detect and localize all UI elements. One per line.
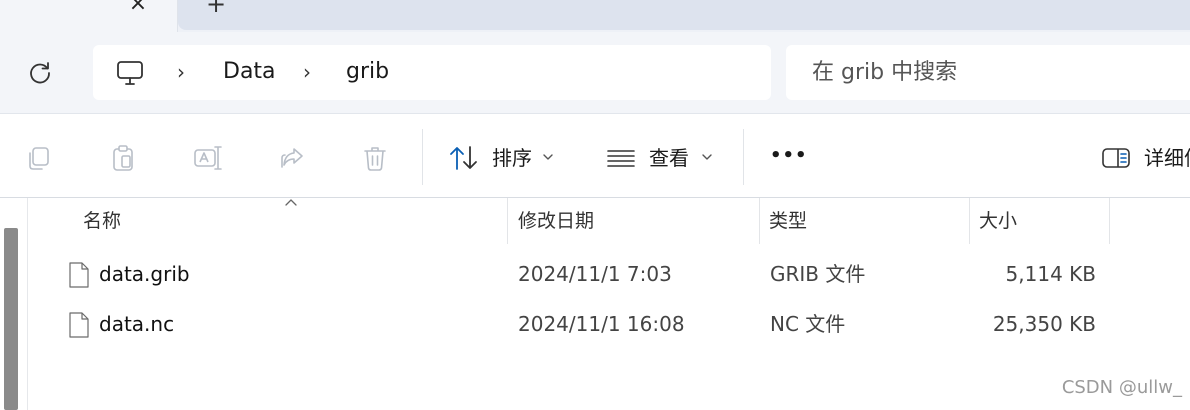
column-divider[interactable] xyxy=(759,198,760,244)
navigation-pane xyxy=(0,198,28,410)
view-icon xyxy=(607,150,635,167)
breadcrumb-separator-icon[interactable]: › xyxy=(177,62,193,82)
toolbar-separator xyxy=(743,129,744,185)
column-divider[interactable] xyxy=(969,198,970,244)
details-label: 详细信 xyxy=(1144,146,1190,170)
close-icon[interactable]: × xyxy=(126,0,150,16)
copy-icon[interactable] xyxy=(24,143,54,173)
file-type: NC 文件 xyxy=(770,312,846,336)
file-name[interactable]: data.nc xyxy=(99,311,174,337)
chevron-down-icon xyxy=(702,154,712,160)
command-bar: 排序 查看 ••• 详细信 xyxy=(0,115,1190,198)
search-placeholder[interactable]: 在 grib 中搜索 xyxy=(812,59,957,87)
file-icon xyxy=(69,312,89,338)
column-divider[interactable] xyxy=(1109,198,1110,244)
column-header-date-modified[interactable]: 修改日期 xyxy=(518,209,594,233)
column-header-row: 名称 修改日期 类型 大小 xyxy=(28,198,1190,245)
sort-button[interactable]: 排序 xyxy=(448,141,563,175)
this-pc-icon[interactable] xyxy=(115,59,145,87)
scrollbar-thumb[interactable] xyxy=(4,228,18,410)
file-size: 5,114 KB xyxy=(1005,262,1096,286)
more-options-button[interactable]: ••• xyxy=(770,141,807,175)
search-box[interactable]: 在 grib 中搜索 xyxy=(786,45,1190,100)
tab-strip: × + xyxy=(0,0,1190,32)
breadcrumb-grib[interactable]: grib xyxy=(346,58,389,86)
breadcrumb-separator-icon[interactable]: › xyxy=(303,62,319,82)
sort-label: 排序 xyxy=(492,146,532,170)
column-header-type[interactable]: 类型 xyxy=(769,209,807,233)
details-pane-icon xyxy=(1102,148,1130,168)
address-bar[interactable]: › Data › grib xyxy=(93,45,771,100)
file-date-modified: 2024/11/1 16:08 xyxy=(518,312,685,336)
view-button[interactable]: 查看 xyxy=(606,141,721,175)
file-type: GRIB 文件 xyxy=(770,262,866,286)
file-icon xyxy=(69,262,89,288)
view-label: 查看 xyxy=(649,146,689,170)
file-size: 25,350 KB xyxy=(992,312,1096,336)
rename-icon[interactable] xyxy=(192,143,222,173)
more-icon: ••• xyxy=(770,145,808,166)
file-row[interactable]: data.grib 2024/11/1 7:03 GRIB 文件 5,114 K… xyxy=(28,253,1190,301)
paste-icon[interactable] xyxy=(108,143,138,173)
file-name[interactable]: data.grib xyxy=(99,261,190,287)
toolbar-separator xyxy=(422,129,423,185)
column-header-name[interactable]: 名称 xyxy=(83,209,121,233)
details-pane-button[interactable]: 详细信 xyxy=(1100,141,1190,175)
navigation-bar: › Data › grib 在 grib 中搜索 xyxy=(0,32,1190,114)
new-tab-icon[interactable]: + xyxy=(204,0,228,16)
delete-icon[interactable] xyxy=(360,143,390,173)
file-row[interactable]: data.nc 2024/11/1 16:08 NC 文件 25,350 KB xyxy=(28,303,1190,351)
file-date-modified: 2024/11/1 7:03 xyxy=(518,262,672,286)
chevron-down-icon xyxy=(543,154,553,160)
watermark: CSDN @ullw_ xyxy=(1061,377,1182,398)
tab-current[interactable]: × xyxy=(0,0,178,32)
refresh-icon[interactable] xyxy=(26,59,54,87)
breadcrumb-data[interactable]: Data xyxy=(223,58,276,86)
column-divider[interactable] xyxy=(507,198,508,244)
sort-icon xyxy=(450,146,477,170)
tab-strip-empty xyxy=(178,0,1190,30)
column-header-size[interactable]: 大小 xyxy=(979,209,1017,233)
share-icon[interactable] xyxy=(277,143,307,173)
